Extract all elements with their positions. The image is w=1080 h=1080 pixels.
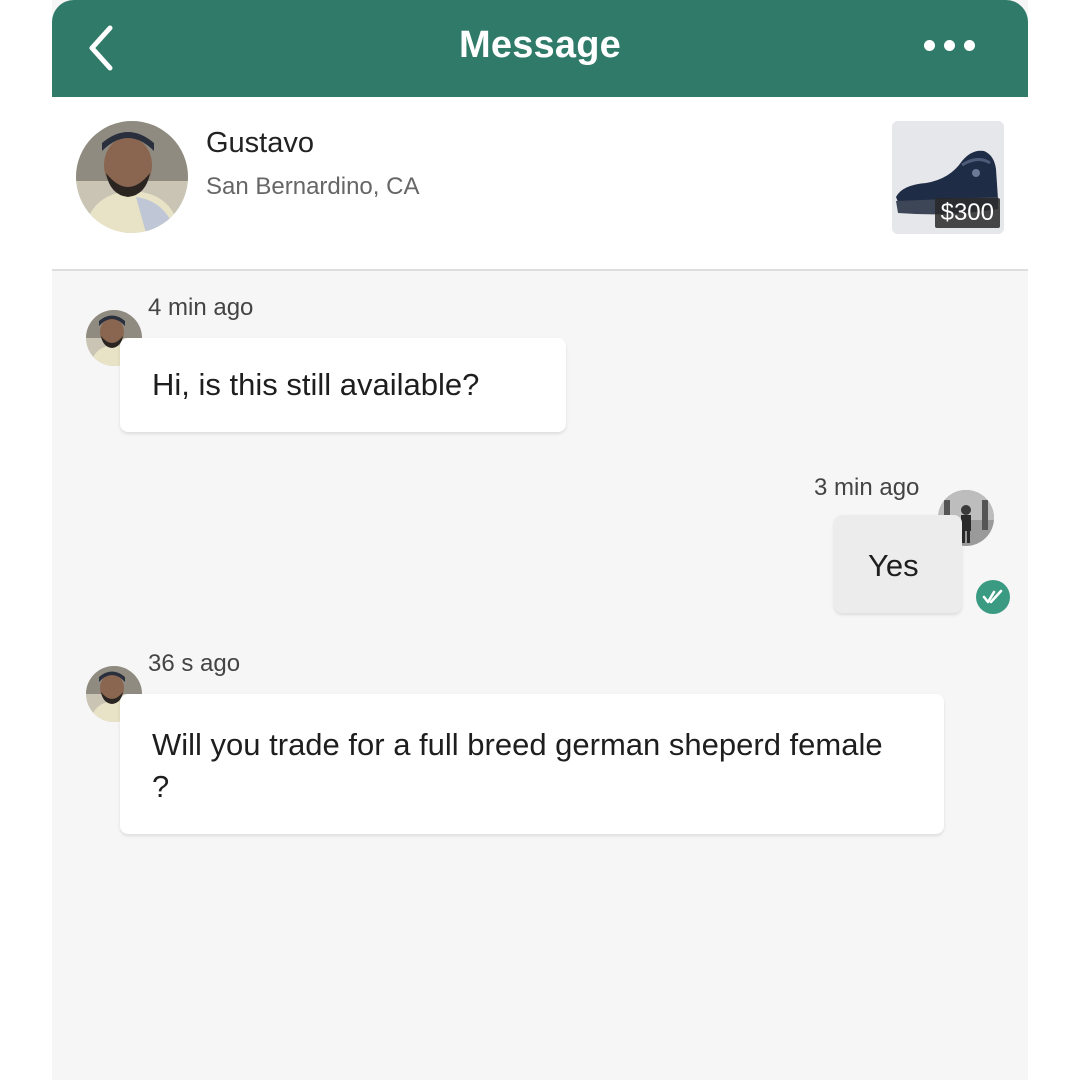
more-horizontal-icon <box>924 40 935 51</box>
message-screen: Message Gustavo San Bernardino, CA $300 … <box>52 0 1028 1080</box>
incoming-message-bubble[interactable]: Will you trade for a full breed german s… <box>120 694 944 834</box>
read-check-icon <box>976 580 1010 614</box>
seller-header: Gustavo San Bernardino, CA $300 <box>52 97 1028 271</box>
more-horizontal-icon <box>964 40 975 51</box>
message-text: Hi, is this still available? <box>152 367 480 402</box>
seller-avatar[interactable] <box>76 121 188 233</box>
incoming-message-bubble[interactable]: Hi, is this still available? <box>120 338 566 432</box>
person-avatar-image <box>76 121 188 233</box>
outgoing-message-bubble[interactable]: Yes <box>834 515 962 613</box>
message-timestamp: 4 min ago <box>148 294 254 321</box>
listing-thumbnail[interactable]: $300 <box>892 121 1004 234</box>
message-text: Yes <box>868 548 919 583</box>
message-timestamp: 36 s ago <box>148 650 241 677</box>
more-options-button[interactable] <box>920 28 982 64</box>
seller-location: San Bernardino, CA <box>206 173 420 200</box>
app-bar: Message <box>52 0 1028 97</box>
seller-name[interactable]: Gustavo <box>206 127 314 160</box>
page-title: Message <box>459 24 621 66</box>
more-horizontal-icon <box>944 40 955 51</box>
price-tag: $300 <box>934 198 1000 228</box>
message-timestamp: 3 min ago <box>814 474 920 501</box>
message-text: Will you trade for a full breed german s… <box>152 727 883 804</box>
